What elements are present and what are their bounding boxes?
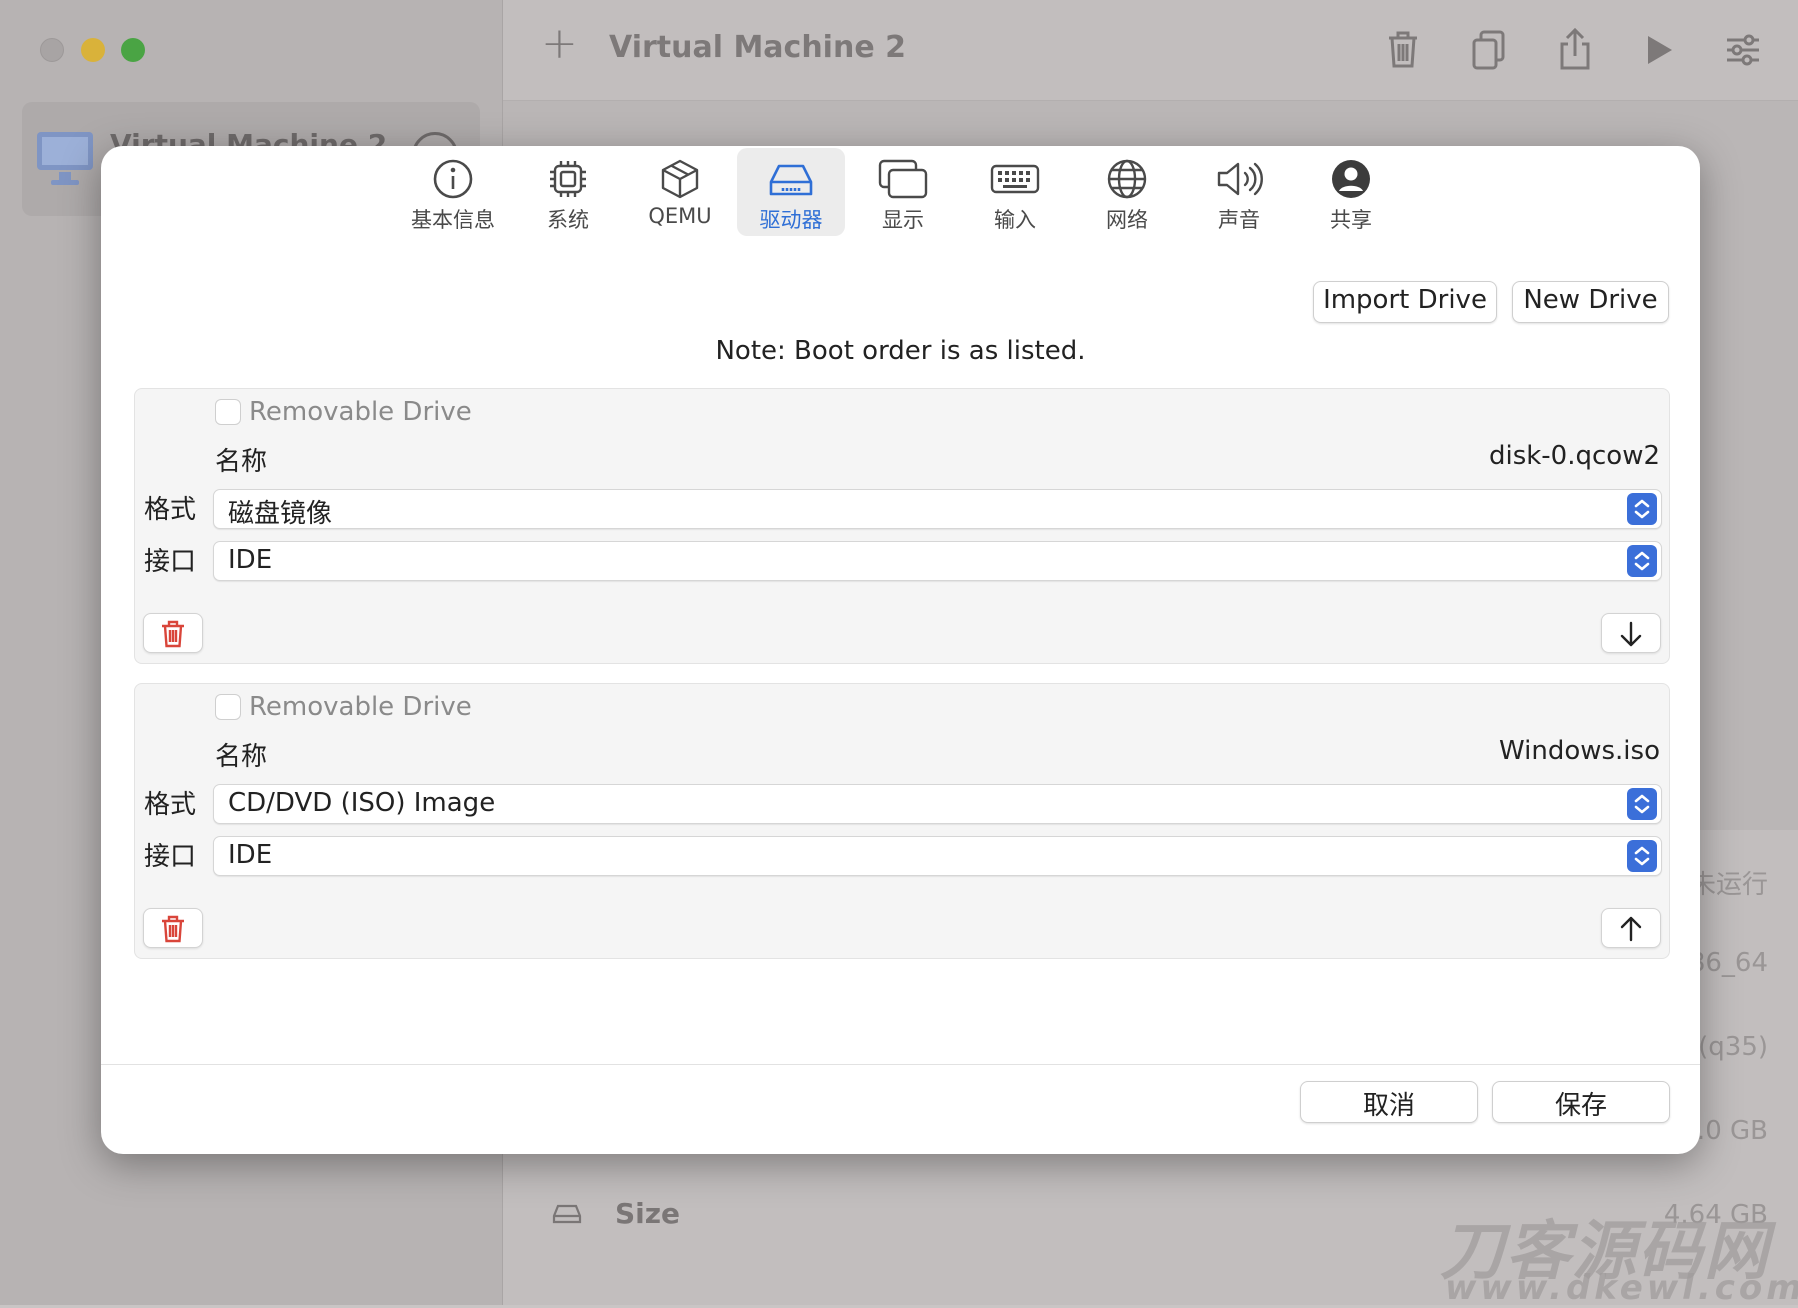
add-vm-button[interactable]: +: [541, 22, 578, 66]
info-state-value: 未运行: [1689, 870, 1768, 900]
footer-divider: [101, 1064, 1700, 1065]
drive-card: Removable Drive 名称 Windows.iso 格式 CD/DVD…: [134, 683, 1670, 959]
tab-qemu[interactable]: QEMU: [626, 148, 734, 236]
tab-label: 共享: [1330, 208, 1372, 232]
tab-system[interactable]: 系统: [514, 148, 622, 236]
globe-icon: [1107, 159, 1147, 199]
drive-card: Removable Drive 名称 disk-0.qcow2 格式 磁盘镜像 …: [134, 388, 1670, 664]
info-icon: [433, 159, 473, 199]
hard-drive-icon: [552, 1202, 582, 1230]
trash-icon[interactable]: [1383, 28, 1423, 72]
drive-format-select[interactable]: 磁盘镜像: [213, 489, 1662, 529]
save-button[interactable]: 保存: [1492, 1081, 1670, 1123]
drive-interface-label: 接口: [144, 842, 197, 872]
tab-label: 输入: [994, 208, 1036, 232]
arrow-down-icon: [1620, 621, 1642, 647]
window-zoom-button[interactable]: [121, 38, 145, 62]
drive-interface-select[interactable]: IDE: [213, 836, 1662, 876]
cube-icon: [661, 159, 699, 199]
person-icon: [1332, 160, 1370, 198]
tab-display[interactable]: 显示: [849, 148, 957, 236]
tab-drives[interactable]: 驱动器: [737, 148, 845, 236]
drive-name-value: Windows.iso: [1498, 736, 1660, 766]
tab-label: 声音: [1218, 208, 1260, 232]
drive-format-label: 格式: [144, 790, 197, 820]
removable-drive-label: Removable Drive: [249, 692, 472, 722]
cpu-icon: [550, 161, 586, 197]
cancel-button[interactable]: 取消: [1300, 1081, 1478, 1123]
delete-drive-button[interactable]: [143, 613, 203, 653]
tab-sharing[interactable]: 共享: [1297, 148, 1405, 236]
keyboard-icon: [990, 164, 1040, 194]
select-value: 磁盘镜像: [228, 499, 333, 529]
speaker-icon: [1217, 162, 1263, 196]
drive-name-value: disk-0.qcow2: [1488, 441, 1660, 471]
select-value: CD/DVD (ISO) Image: [228, 788, 496, 818]
tab-basic-info[interactable]: 基本信息: [399, 148, 507, 236]
trash-icon: [162, 915, 184, 943]
tab-sound[interactable]: 声音: [1185, 148, 1293, 236]
tab-label: 系统: [547, 208, 589, 232]
select-chevrons-icon: [1627, 840, 1657, 872]
drive-interface-label: 接口: [144, 547, 197, 577]
play-icon[interactable]: [1639, 28, 1679, 72]
drive-format-label: 格式: [144, 495, 197, 525]
arrow-up-icon: [1620, 916, 1642, 942]
move-down-button[interactable]: [1601, 613, 1661, 653]
watermark-url: www.dkewl.com: [1445, 1268, 1798, 1308]
select-chevrons-icon: [1627, 545, 1657, 577]
monitor-icon: [34, 128, 96, 194]
removable-drive-checkbox[interactable]: [215, 399, 241, 425]
tab-input[interactable]: 输入: [961, 148, 1069, 236]
tab-label: 网络: [1106, 208, 1148, 232]
select-value: IDE: [228, 545, 273, 575]
window-close-button[interactable]: [40, 38, 64, 62]
new-drive-button[interactable]: New Drive: [1512, 281, 1669, 323]
drive-icon: [769, 164, 813, 196]
import-drive-button[interactable]: Import Drive: [1313, 281, 1497, 323]
drive-name-label: 名称: [215, 447, 268, 477]
window-title: Virtual Machine 2: [609, 30, 906, 65]
removable-drive-checkbox[interactable]: [215, 694, 241, 720]
drive-name-label: 名称: [215, 742, 268, 772]
size-label: Size: [615, 1197, 681, 1230]
select-value: IDE: [228, 840, 273, 870]
drive-interface-select[interactable]: IDE: [213, 541, 1662, 581]
settings-tab-bar: 基本信息 系统 QEMU 驱动器 显示 输入 网络 声音 共享: [101, 148, 1700, 238]
move-up-button[interactable]: [1601, 908, 1661, 948]
window-minimize-button[interactable]: [81, 38, 105, 62]
share-icon[interactable]: [1555, 27, 1595, 72]
removable-drive-label: Removable Drive: [249, 397, 472, 427]
settings-sheet: 基本信息 系统 QEMU 驱动器 显示 输入 网络 声音 共享 Import D…: [101, 146, 1700, 1154]
drive-format-select[interactable]: CD/DVD (ISO) Image: [213, 784, 1662, 824]
select-chevrons-icon: [1627, 493, 1657, 525]
tab-label: 基本信息: [411, 208, 495, 232]
tab-network[interactable]: 网络: [1073, 148, 1181, 236]
select-chevrons-icon: [1627, 788, 1657, 820]
tab-label: QEMU: [648, 204, 712, 228]
clone-icon[interactable]: [1469, 28, 1509, 72]
tab-label: 显示: [882, 208, 924, 232]
delete-drive-button[interactable]: [143, 908, 203, 948]
settings-sliders-icon[interactable]: [1723, 28, 1763, 72]
window-toolbar: + Virtual Machine 2: [503, 0, 1798, 101]
tab-label: 驱动器: [759, 208, 823, 232]
info-machine-value: (q35): [1698, 1032, 1768, 1062]
display-icon: [878, 159, 928, 199]
trash-icon: [162, 620, 184, 648]
boot-order-note: Note: Boot order is as listed.: [715, 336, 1086, 366]
